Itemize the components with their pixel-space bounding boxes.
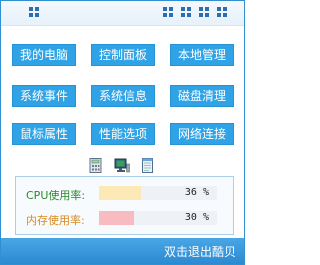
grid-view-icon-3[interactable] — [199, 7, 210, 18]
button-performance-options[interactable]: 性能选项 — [91, 123, 155, 145]
memory-usage-row: 内存使用率: 30 % — [16, 208, 233, 228]
button-local-management[interactable]: 本地管理 — [170, 44, 234, 66]
grid-view-icon-1[interactable] — [163, 7, 174, 18]
kubei-window: 我的电脑 控制面板 本地管理 系统事件 系统信息 磁盘清理 鼠标属性 性能选项 … — [0, 0, 245, 265]
calculator-icon[interactable] — [89, 158, 103, 173]
usage-panel: CPU使用率: 36 % 内存使用率: 30 % — [15, 176, 234, 235]
button-system-events[interactable]: 系统事件 — [12, 85, 76, 107]
cpu-usage-label: CPU使用率: — [26, 189, 86, 202]
window-grid-icon[interactable] — [29, 7, 40, 18]
grid-view-icon-4[interactable] — [217, 7, 228, 18]
computer-icon[interactable] — [114, 158, 130, 173]
title-bar — [1, 1, 244, 26]
cpu-usage-row: CPU使用率: 36 % — [16, 183, 233, 203]
notepad-icon[interactable] — [141, 158, 155, 173]
memory-usage-value: 30 % — [184, 212, 209, 223]
button-system-info[interactable]: 系统信息 — [91, 85, 155, 107]
memory-usage-label: 内存使用率: — [26, 214, 85, 227]
button-control-panel[interactable]: 控制面板 — [91, 44, 155, 66]
grid-view-icon-2[interactable] — [181, 7, 192, 18]
memory-usage-bar: 30 % — [99, 211, 217, 225]
exit-hint: 双击退出酷贝 — [163, 245, 236, 259]
footer-bar[interactable]: 双击退出酷贝 — [1, 238, 244, 264]
button-disk-cleanup[interactable]: 磁盘清理 — [170, 85, 234, 107]
cpu-usage-value: 36 % — [184, 187, 209, 198]
button-network-connections[interactable]: 网络连接 — [170, 123, 234, 145]
quick-tools — [89, 158, 159, 174]
cpu-usage-bar: 36 % — [99, 186, 217, 200]
button-my-computer[interactable]: 我的电脑 — [12, 44, 76, 66]
button-mouse-properties[interactable]: 鼠标属性 — [12, 123, 76, 145]
